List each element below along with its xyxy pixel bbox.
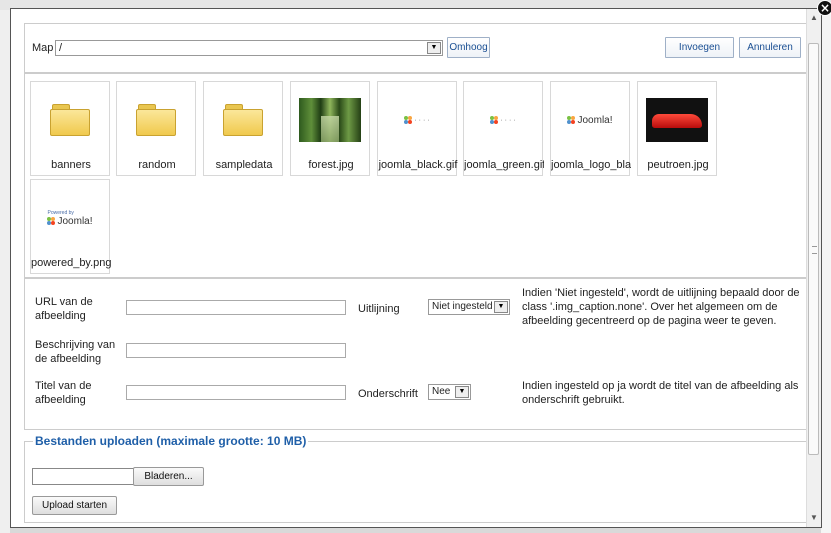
upload-file-input[interactable] xyxy=(32,468,134,485)
car-image-thumbnail xyxy=(641,86,713,154)
alignment-value: Niet ingesteld xyxy=(432,301,493,312)
description-input[interactable] xyxy=(126,343,346,358)
file-item-powered-by[interactable]: Powered by Joomla! powered_by.png xyxy=(30,179,111,274)
folder-path-value: / xyxy=(59,42,63,54)
file-item-banners[interactable]: banners xyxy=(30,81,110,176)
close-icon[interactable]: × xyxy=(817,0,831,16)
description-label: Beschrijving van de afbeelding xyxy=(35,339,116,365)
folder-icon xyxy=(207,86,279,154)
cancel-button[interactable]: Annuleren xyxy=(739,37,801,58)
file-item-joomla-black[interactable]: · · · · joomla_black.gif xyxy=(377,81,457,176)
file-name: powered_by.png xyxy=(31,257,111,269)
joomla-logo-icon xyxy=(404,116,413,124)
vertical-scrollbar[interactable]: ▲ ▼ xyxy=(806,9,821,527)
file-item-joomla-green[interactable]: · · · · joomla_green.gif xyxy=(463,81,544,176)
map-label: Map xyxy=(32,42,54,54)
file-item-peutroen[interactable]: peutroen.jpg xyxy=(637,81,717,176)
url-input[interactable] xyxy=(126,300,346,315)
alignment-label: Uitlijning xyxy=(358,303,400,315)
title-input[interactable] xyxy=(126,385,346,400)
folder-toolbar: Map / ▼ Omhoog Invoegen Annuleren xyxy=(24,23,807,73)
chevron-down-icon[interactable]: ▼ xyxy=(427,42,441,54)
file-name: joomla_green.gif xyxy=(464,159,544,171)
file-name: peutroen.jpg xyxy=(647,159,709,171)
file-name: sampledata xyxy=(215,159,273,171)
forest-image-thumbnail xyxy=(294,86,366,154)
file-name: joomla_black.gif xyxy=(378,159,458,171)
file-item-forest[interactable]: forest.jpg xyxy=(290,81,370,176)
start-upload-button[interactable]: Upload starten xyxy=(32,496,117,515)
background-page-left xyxy=(0,10,10,533)
modal-content: Map / ▼ Omhoog Invoegen Annuleren banner… xyxy=(11,9,807,527)
caption-value: Nee xyxy=(432,386,451,397)
file-name: banners xyxy=(51,159,91,171)
file-item-sampledata[interactable]: sampledata xyxy=(203,81,283,176)
grip-icon xyxy=(812,246,817,254)
url-label: URL van de afbeelding xyxy=(35,296,93,322)
folder-icon xyxy=(120,86,192,154)
file-name: random xyxy=(138,159,176,171)
upload-section: Bestanden uploaden (maximale grootte: 10… xyxy=(24,434,807,523)
browse-button[interactable]: Bladeren... xyxy=(133,467,204,486)
joomla-logo-icon xyxy=(47,217,56,225)
title-label: Titel van de afbeelding xyxy=(35,380,92,406)
folder-path-select[interactable]: / ▼ xyxy=(55,40,443,56)
caption-label: Onderschrift xyxy=(358,388,418,400)
file-name: joomla_logo_blac xyxy=(551,159,631,171)
powered-by-thumbnail: Powered by Joomla! xyxy=(34,184,106,252)
joomla-black-thumbnail: · · · · xyxy=(381,86,453,154)
joomla-logo-text: Joomla! xyxy=(57,215,93,227)
joomla-logo-icon xyxy=(490,116,499,124)
up-button[interactable]: Omhoog xyxy=(447,37,490,58)
image-manager-modal: Map / ▼ Omhoog Invoegen Annuleren banner… xyxy=(10,8,822,528)
file-item-random[interactable]: random xyxy=(116,81,196,176)
file-name: forest.jpg xyxy=(308,159,354,171)
file-browser: banners random sampledata forest.jpg · ·… xyxy=(24,73,807,278)
chevron-down-icon[interactable]: ▼ xyxy=(494,301,508,313)
scrollbar-thumb[interactable] xyxy=(808,43,819,455)
chevron-down-icon[interactable]: ▼ xyxy=(455,386,469,398)
joomla-logo-thumbnail: Joomla! xyxy=(554,86,626,154)
joomla-logo-text: Joomla! xyxy=(577,114,613,126)
background-page-right xyxy=(821,10,831,533)
scroll-down-arrow-icon[interactable]: ▼ xyxy=(807,511,821,525)
upload-title: Bestanden uploaden (maximale grootte: 10… xyxy=(33,434,309,448)
alignment-select[interactable]: Niet ingesteld ▼ xyxy=(428,299,510,315)
joomla-green-thumbnail: · · · · xyxy=(467,86,539,154)
file-item-joomla-logo[interactable]: Joomla! joomla_logo_blac xyxy=(550,81,631,176)
caption-help-text: Indien ingesteld op ja wordt de titel va… xyxy=(522,380,799,406)
folder-icon xyxy=(34,86,106,154)
alignment-help-text: Indien 'Niet ingesteld', wordt de uitlij… xyxy=(522,287,800,327)
image-details-form: URL van de afbeelding Uitlijning Niet in… xyxy=(24,278,807,430)
joomla-logo-icon xyxy=(567,116,576,124)
caption-select[interactable]: Nee ▼ xyxy=(428,384,471,400)
insert-button[interactable]: Invoegen xyxy=(665,37,734,58)
